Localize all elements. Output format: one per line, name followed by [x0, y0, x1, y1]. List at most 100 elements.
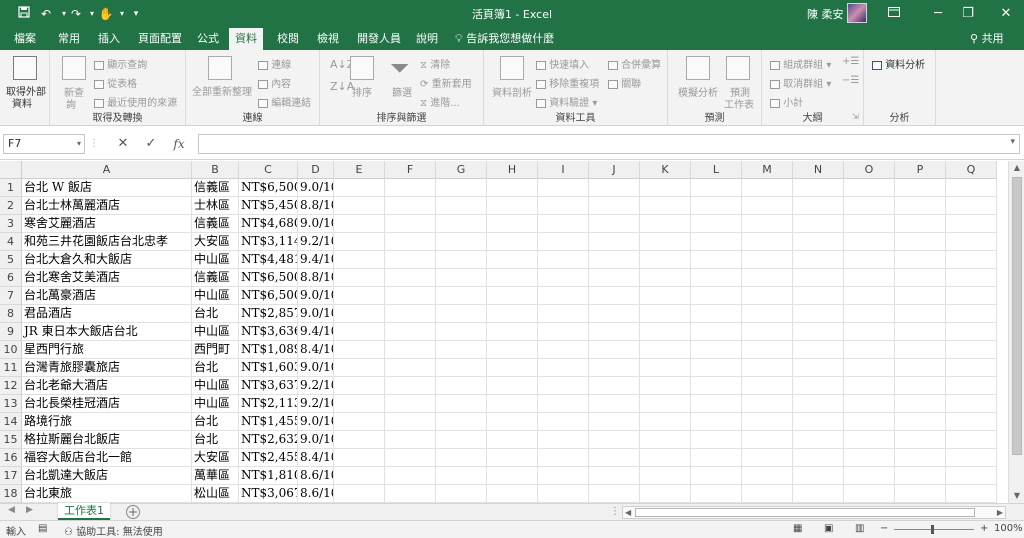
empty-cell[interactable]: [436, 179, 487, 197]
empty-cell[interactable]: [589, 233, 640, 251]
empty-cell[interactable]: [640, 251, 691, 269]
column-header-e[interactable]: E: [334, 161, 385, 179]
empty-cell[interactable]: [589, 467, 640, 485]
empty-cell[interactable]: [793, 413, 844, 431]
column-header-q[interactable]: Q: [946, 161, 997, 179]
empty-cell[interactable]: [385, 341, 436, 359]
cell-c[interactable]: NT$1,603: [239, 359, 298, 377]
empty-cell[interactable]: [436, 251, 487, 269]
empty-cell[interactable]: [946, 359, 997, 377]
edit-links-button[interactable]: 編輯連結: [258, 94, 311, 109]
empty-cell[interactable]: [334, 341, 385, 359]
group-button[interactable]: 組成群組 ▾: [770, 56, 831, 71]
select-all-corner[interactable]: [0, 161, 22, 179]
cell-d[interactable]: 9.0/10: [298, 215, 334, 233]
column-header-d[interactable]: D: [298, 161, 334, 179]
insert-function-icon[interactable]: fx: [168, 134, 190, 154]
hide-detail-icon[interactable]: −☰: [842, 75, 859, 86]
empty-cell[interactable]: [844, 395, 895, 413]
tab-page-layout[interactable]: 頁面配置: [132, 28, 188, 50]
empty-cell[interactable]: [946, 287, 997, 305]
empty-cell[interactable]: [589, 269, 640, 287]
empty-cell[interactable]: [742, 251, 793, 269]
cell-d[interactable]: 9.2/10: [298, 377, 334, 395]
empty-cell[interactable]: [844, 323, 895, 341]
cell-d[interactable]: 8.4/10: [298, 341, 334, 359]
empty-cell[interactable]: [691, 449, 742, 467]
empty-cell[interactable]: [742, 413, 793, 431]
cell-b[interactable]: 台北: [192, 305, 239, 323]
empty-cell[interactable]: [487, 485, 538, 503]
zoom-slider-thumb[interactable]: [931, 525, 934, 534]
zoom-out-icon[interactable]: −: [880, 523, 888, 534]
empty-cell[interactable]: [793, 359, 844, 377]
empty-cell[interactable]: [334, 287, 385, 305]
empty-cell[interactable]: [895, 485, 946, 503]
empty-cell[interactable]: [334, 431, 385, 449]
column-header-p[interactable]: P: [895, 161, 946, 179]
empty-cell[interactable]: [487, 431, 538, 449]
cell-b[interactable]: 大安區: [192, 233, 239, 251]
empty-cell[interactable]: [895, 467, 946, 485]
empty-cell[interactable]: [385, 269, 436, 287]
empty-cell[interactable]: [640, 395, 691, 413]
empty-cell[interactable]: [793, 341, 844, 359]
empty-cell[interactable]: [385, 323, 436, 341]
empty-cell[interactable]: [946, 215, 997, 233]
flash-fill-button[interactable]: 快速填入: [536, 56, 589, 71]
page-layout-view-icon[interactable]: ▣: [824, 523, 833, 534]
empty-cell[interactable]: [487, 233, 538, 251]
empty-cell[interactable]: [844, 251, 895, 269]
formula-input[interactable]: ▾: [198, 134, 1020, 154]
cell-b[interactable]: 信義區: [192, 215, 239, 233]
empty-cell[interactable]: [742, 485, 793, 503]
cell-c[interactable]: NT$3,636: [239, 323, 298, 341]
empty-cell[interactable]: [691, 377, 742, 395]
row-header[interactable]: 2: [0, 197, 22, 215]
empty-cell[interactable]: [538, 269, 589, 287]
filter-button[interactable]: 篩選: [392, 84, 412, 99]
horizontal-scrollbar[interactable]: ◀ ▶: [622, 506, 1006, 519]
empty-cell[interactable]: [946, 485, 997, 503]
cell-b[interactable]: 信義區: [192, 179, 239, 197]
empty-cell[interactable]: [487, 377, 538, 395]
tab-developer[interactable]: 開發人員: [351, 28, 407, 50]
cell-c[interactable]: NT$3,067: [239, 485, 298, 503]
empty-cell[interactable]: [691, 413, 742, 431]
empty-cell[interactable]: [385, 251, 436, 269]
cell-c[interactable]: NT$6,500: [239, 269, 298, 287]
column-header-n[interactable]: N: [793, 161, 844, 179]
empty-cell[interactable]: [538, 215, 589, 233]
share-button[interactable]: ⚲ 共用: [970, 28, 1004, 50]
empty-cell[interactable]: [385, 287, 436, 305]
empty-cell[interactable]: [640, 323, 691, 341]
empty-cell[interactable]: [538, 305, 589, 323]
empty-cell[interactable]: [793, 305, 844, 323]
vertical-scrollbar[interactable]: ▲ ▼: [1008, 161, 1024, 503]
empty-cell[interactable]: [793, 377, 844, 395]
empty-cell[interactable]: [640, 341, 691, 359]
normal-view-icon[interactable]: ▦: [793, 523, 802, 534]
empty-cell[interactable]: [589, 449, 640, 467]
row-header[interactable]: 13: [0, 395, 22, 413]
empty-cell[interactable]: [946, 449, 997, 467]
empty-cell[interactable]: [385, 467, 436, 485]
empty-cell[interactable]: [385, 197, 436, 215]
scroll-right-icon[interactable]: ▶: [997, 507, 1003, 518]
empty-cell[interactable]: [742, 305, 793, 323]
column-header-g[interactable]: G: [436, 161, 487, 179]
empty-cell[interactable]: [691, 305, 742, 323]
subtotal-button[interactable]: 小計: [770, 94, 803, 109]
empty-cell[interactable]: [691, 467, 742, 485]
empty-cell[interactable]: [538, 251, 589, 269]
row-header[interactable]: 16: [0, 449, 22, 467]
empty-cell[interactable]: [793, 251, 844, 269]
empty-cell[interactable]: [589, 251, 640, 269]
cell-a[interactable]: 台北寒舍艾美酒店: [22, 269, 192, 287]
cell-a[interactable]: 台北老爺大酒店: [22, 377, 192, 395]
data-analysis-button[interactable]: 資料分析: [872, 56, 925, 71]
column-header-k[interactable]: K: [640, 161, 691, 179]
empty-cell[interactable]: [793, 431, 844, 449]
cell-c[interactable]: NT$3,637: [239, 377, 298, 395]
empty-cell[interactable]: [640, 287, 691, 305]
